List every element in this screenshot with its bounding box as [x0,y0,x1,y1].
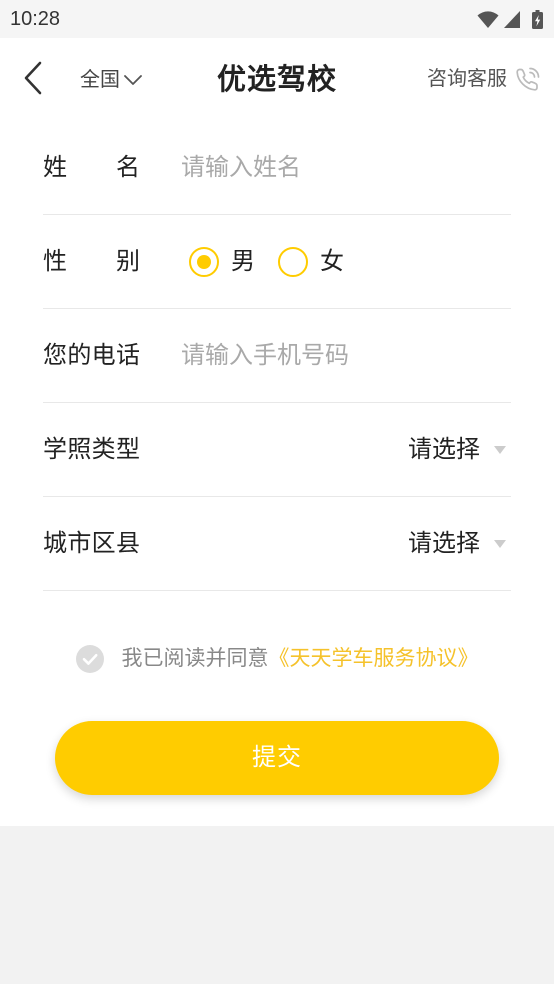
radio-male[interactable] [189,246,219,277]
dropdown-triangle-icon[interactable] [494,539,506,548]
form-row-city-district[interactable]: 城市区县 请选择 [43,497,511,591]
license-type-label: 学照类型 [43,435,140,463]
form-row-phone: 您的电话 [43,309,511,403]
name-input[interactable] [181,147,511,188]
form-row-gender: 性别 男 女 [43,215,511,309]
app-screen: 10:28 全国 优选驾校 咨询客服 姓名 请输入姓名 性别 男 女 您的电话 … [0,0,554,984]
header-bar: 全国 优选驾校 咨询客服 [0,38,554,122]
gender-option-female[interactable]: 女 [278,246,344,277]
phone-label: 您的电话 [43,341,140,369]
phone-icon [515,66,541,92]
wifi-icon [477,10,499,28]
customer-service-label: 咨询客服 [427,68,507,90]
radio-dot [286,255,300,269]
gender-radio-group: 男 女 [181,246,344,277]
check-circle-icon[interactable] [75,645,104,673]
city-district-label: 城市区县 [43,529,140,557]
gender-option-male[interactable]: 男 [189,246,255,277]
form-row-name: 姓名 [43,121,511,215]
battery-charging-icon [532,9,543,29]
city-district-select[interactable]: 请选择 [408,530,480,558]
customer-service-button[interactable]: 咨询客服 [427,65,541,93]
submit-button-label: 提交 [252,744,302,771]
name-label: 姓名 [43,153,140,181]
submit-button[interactable]: 提交 [55,721,499,795]
license-type-select[interactable]: 请选择 [408,436,480,464]
status-icons [477,9,543,29]
phone-input[interactable] [181,335,511,376]
agreement-row: 我已阅读并同意 《天天学车服务协议》 [0,645,554,673]
dropdown-triangle-icon[interactable] [494,445,506,454]
status-bar: 10:28 [0,0,554,38]
gender-label: 性别 [43,247,140,275]
agreement-link[interactable]: 《天天学车服务协议》 [269,646,479,672]
gender-option-male-label: 男 [231,247,255,275]
status-time: 10:28 [10,8,61,30]
signal-icon [504,10,520,28]
radio-female[interactable] [278,246,308,277]
gender-option-female-label: 女 [320,247,344,275]
form-row-license-type[interactable]: 学照类型 请选择 [43,403,511,497]
radio-dot [197,254,211,269]
signup-form: 姓名 性别 男 女 您的电话 [43,121,511,591]
agreement-text: 我已阅读并同意 [121,647,269,670]
bottom-area [0,826,554,984]
